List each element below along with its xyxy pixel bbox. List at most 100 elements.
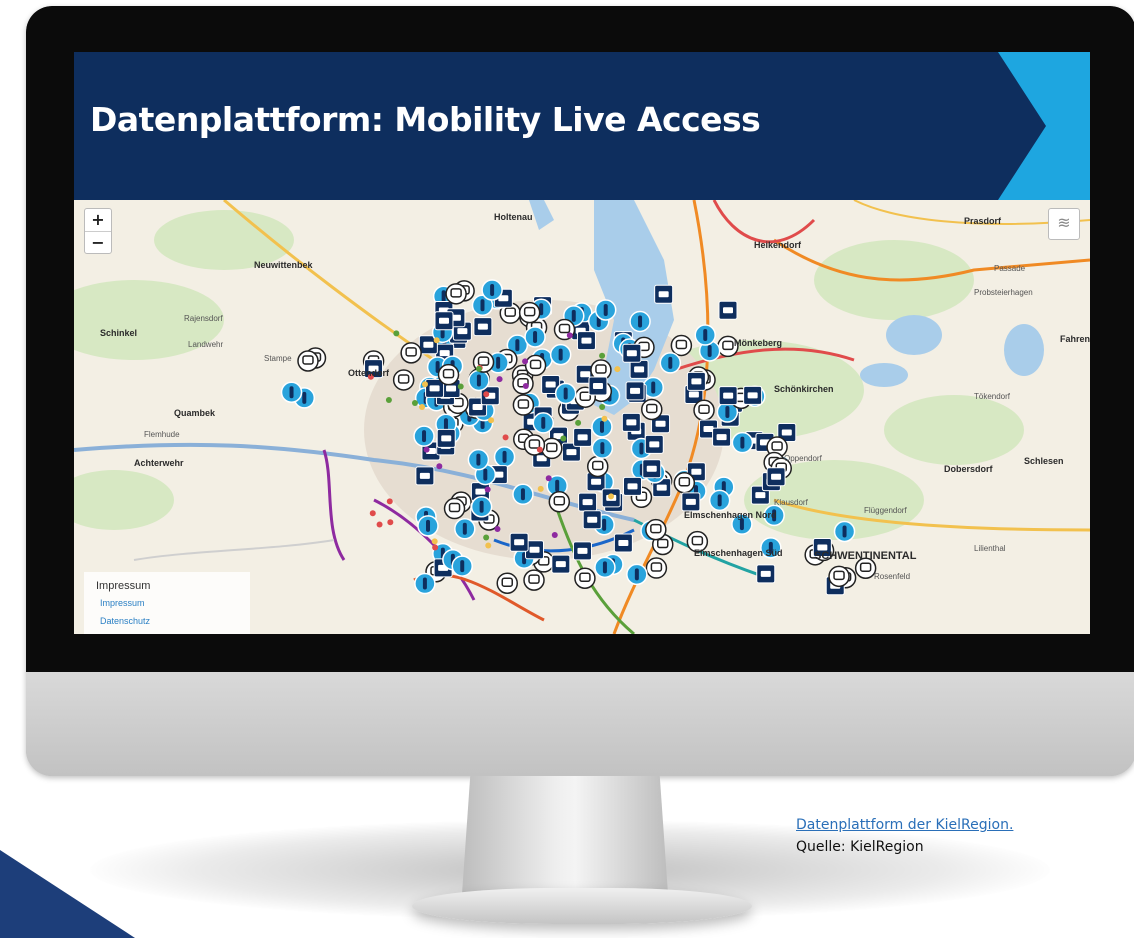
car-glyph-icon xyxy=(477,323,488,330)
map-place-label: Schinkel xyxy=(100,328,138,338)
bus-stop-icon xyxy=(512,372,534,395)
car-glyph-icon xyxy=(423,341,434,348)
poi-dot-icon xyxy=(411,399,418,406)
car-glyph-icon xyxy=(634,366,645,373)
poi-dot-icon xyxy=(575,419,582,426)
poi-dot-icon xyxy=(494,526,501,533)
car-glyph-icon xyxy=(529,546,540,553)
car-glyph-icon xyxy=(441,435,452,442)
poi-dot-icon xyxy=(385,396,392,403)
poi-dot-icon xyxy=(475,365,482,372)
zoom-control: + − xyxy=(84,208,112,254)
poi-dot-icon xyxy=(436,463,443,470)
bus-stop-icon xyxy=(392,369,415,391)
bus-stop-icon xyxy=(496,572,518,594)
plug-glyph-icon xyxy=(483,468,488,481)
poi-dot-icon xyxy=(421,381,428,388)
bus-stop-icon xyxy=(443,497,466,520)
map-place-label: Dobersdorf xyxy=(944,464,993,474)
car-glyph-icon xyxy=(438,317,449,324)
plug-glyph-icon xyxy=(480,299,485,312)
car-glyph-icon xyxy=(703,425,714,432)
car-glyph-icon xyxy=(630,387,641,394)
car-glyph-icon xyxy=(475,488,486,495)
plug-glyph-icon xyxy=(634,568,639,581)
poi-dot-icon xyxy=(601,415,608,422)
plug-glyph-icon xyxy=(725,406,730,419)
plug-glyph-icon xyxy=(558,348,563,361)
plug-glyph-icon xyxy=(490,284,495,297)
car-glyph-icon xyxy=(555,561,566,568)
map-place-label: Flemhude xyxy=(144,430,180,439)
car-glyph-icon xyxy=(646,465,657,472)
plug-glyph-icon xyxy=(422,430,427,443)
car-glyph-icon xyxy=(472,404,483,411)
map-place-label: SCHWENTINENTAL xyxy=(814,550,917,562)
car-glyph-icon xyxy=(580,371,591,378)
poi-dot-icon xyxy=(376,521,383,528)
map-canvas[interactable] xyxy=(74,200,1090,634)
car-glyph-icon xyxy=(577,434,588,441)
map-place-label: Lilienthal xyxy=(974,544,1006,553)
plug-glyph-icon xyxy=(703,329,708,342)
monitor-frame: Datenplattform: Mobility Live Access Hol… xyxy=(26,6,1134,776)
plug-glyph-icon xyxy=(639,442,644,455)
map-place-label: Rosenfeld xyxy=(874,572,911,581)
bus-stop-icon xyxy=(437,363,460,386)
map-water-lake xyxy=(860,363,908,387)
plug-glyph-icon xyxy=(426,519,431,532)
map-place-label: Passade xyxy=(994,264,1026,273)
map-place-label: Neuwittenbek xyxy=(254,260,313,270)
car-glyph-icon xyxy=(446,385,457,392)
poi-dot-icon xyxy=(599,403,606,410)
car-glyph-icon xyxy=(723,392,734,399)
map-place-label: Landwehr xyxy=(188,340,224,349)
plug-glyph-icon xyxy=(707,344,712,357)
plug-glyph-icon xyxy=(515,339,520,352)
map-place-label: Rajensdorf xyxy=(184,314,223,323)
poi-dot-icon xyxy=(545,475,552,482)
bus-stop-icon xyxy=(548,491,571,513)
car-glyph-icon xyxy=(587,516,598,523)
map-place-label: Schönkirchen xyxy=(774,384,834,394)
poi-dot-icon xyxy=(536,446,543,453)
poi-dot-icon xyxy=(393,330,400,337)
map-place-label: Flüggendorf xyxy=(864,506,907,515)
poi-dot-icon xyxy=(484,486,491,493)
car-glyph-icon xyxy=(760,570,771,577)
plug-glyph-icon xyxy=(600,442,605,455)
poi-dot-icon xyxy=(483,391,490,398)
datenschutz-link[interactable]: Datenschutz xyxy=(100,616,150,626)
car-glyph-icon xyxy=(545,381,556,388)
poi-dot-icon xyxy=(551,531,558,538)
poi-dot-icon xyxy=(522,382,529,389)
plug-glyph-icon xyxy=(571,309,576,322)
caption-link[interactable]: Datenplattform der KielRegion. xyxy=(796,814,1116,836)
plug-glyph-icon xyxy=(462,522,467,535)
poi-dot-icon xyxy=(537,485,544,492)
map-water-lake xyxy=(886,315,942,355)
map-place-label: Elmschenhagen Süd xyxy=(694,548,783,558)
poi-dot-icon xyxy=(522,358,529,365)
monitor-stand-neck xyxy=(462,776,668,894)
zoom-out-button[interactable]: − xyxy=(85,231,111,253)
map-place-label: Tökendorf xyxy=(974,392,1011,401)
screen-bezel: Datenplattform: Mobility Live Access Hol… xyxy=(26,6,1134,672)
caption-source: Quelle: KielRegion xyxy=(796,839,924,855)
car-glyph-icon xyxy=(429,385,440,392)
zoom-in-button[interactable]: + xyxy=(85,209,111,231)
impressum-link[interactable]: Impressum xyxy=(100,598,145,608)
poi-dot-icon xyxy=(369,510,376,517)
plug-glyph-icon xyxy=(651,381,656,394)
plug-glyph-icon xyxy=(603,304,608,317)
layers-button[interactable]: ≋ xyxy=(1048,208,1080,240)
bus-stop-icon xyxy=(512,394,535,416)
map-place-label: Prasdorf xyxy=(964,216,1002,226)
car-glyph-icon xyxy=(691,468,702,475)
car-glyph-icon xyxy=(755,492,766,499)
bus-stop-icon xyxy=(518,301,541,324)
plug-glyph-icon xyxy=(502,450,507,463)
map-place-label: Probsteierhagen xyxy=(974,288,1033,297)
plug-glyph-icon xyxy=(842,525,847,538)
poi-dot-icon xyxy=(566,332,573,339)
